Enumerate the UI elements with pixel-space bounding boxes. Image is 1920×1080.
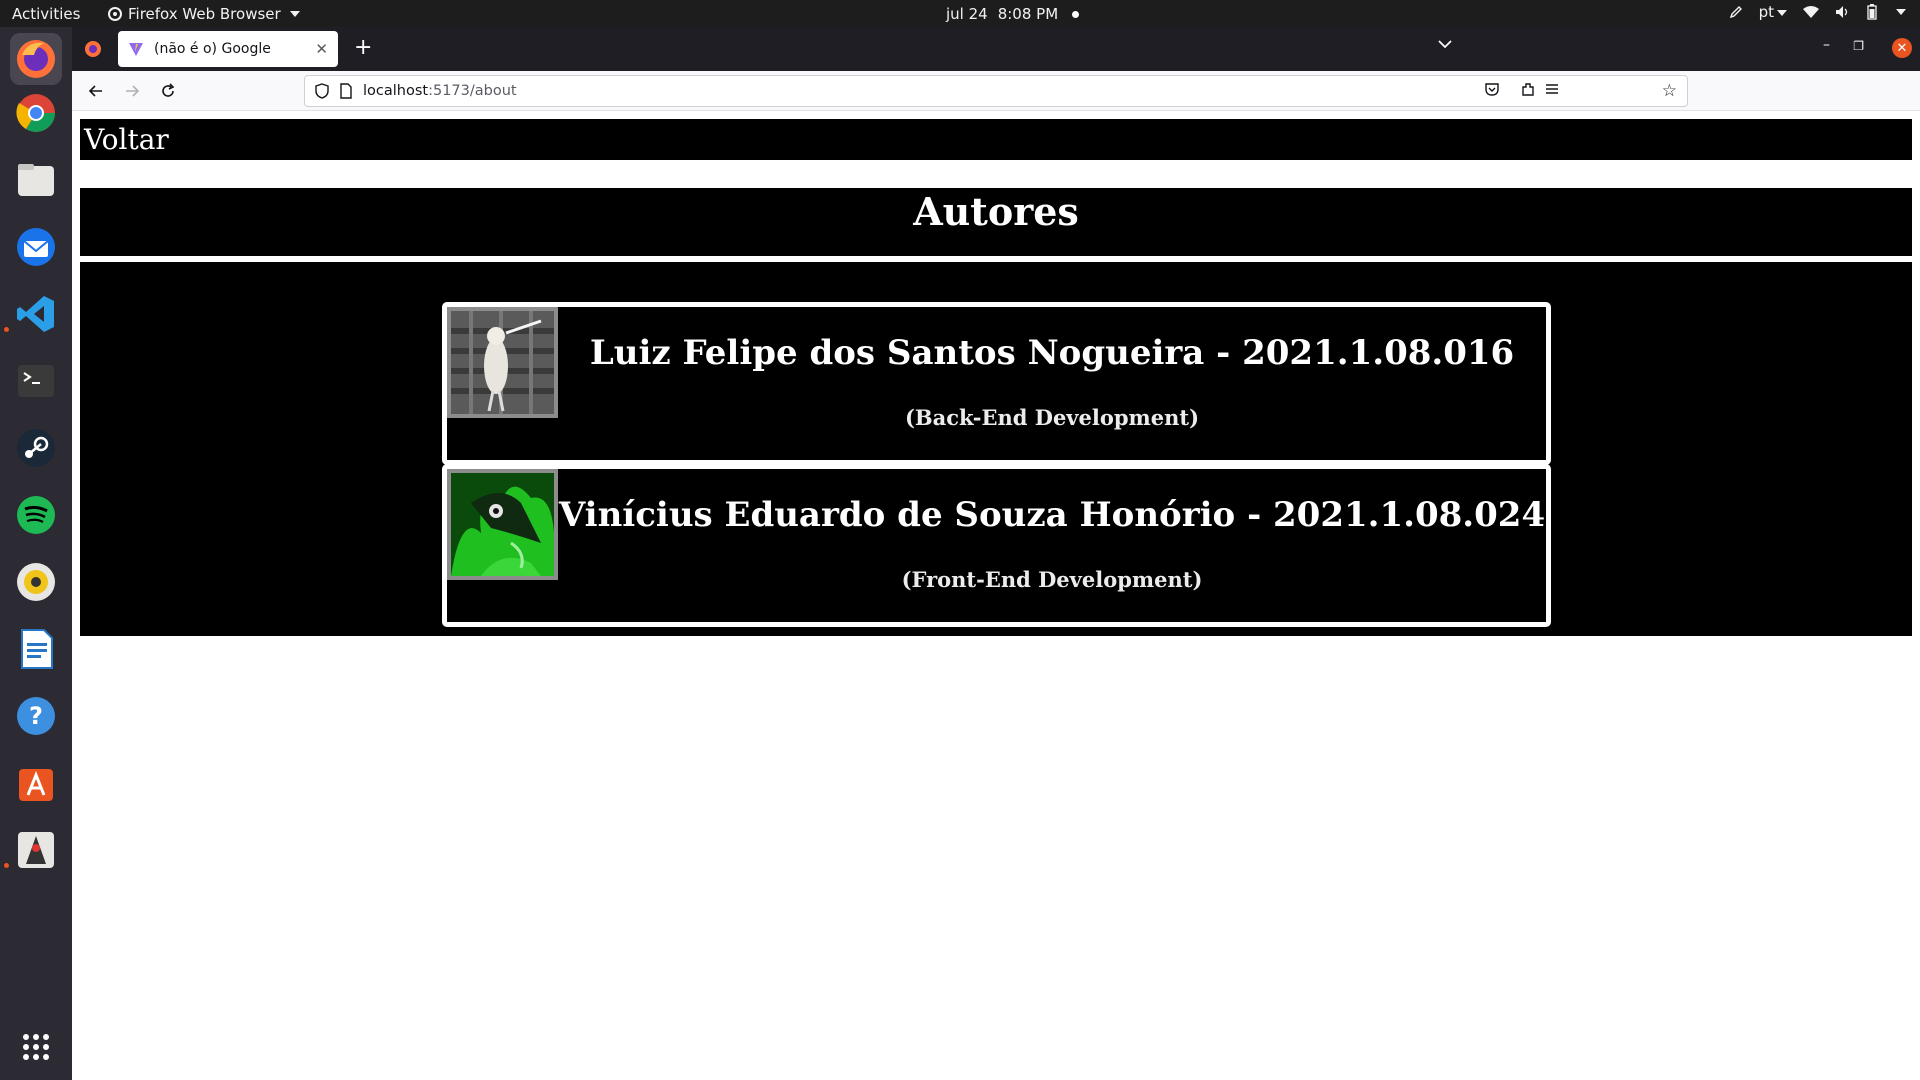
java-icon <box>18 832 54 868</box>
help-icon: ? <box>17 697 55 735</box>
dock-java[interactable] <box>10 824 62 876</box>
thunderbird-icon <box>17 228 55 266</box>
steam-icon <box>17 429 55 467</box>
power-menu-chevron-icon <box>1896 9 1906 15</box>
author-role: (Back-End Development) <box>904 405 1200 430</box>
app-menu-label: Firefox Web Browser <box>128 5 281 23</box>
page-info-icon[interactable] <box>339 83 353 99</box>
rhythmbox-icon <box>17 563 55 601</box>
chevron-down-icon <box>289 11 300 17</box>
show-apps-button[interactable] <box>10 1021 62 1073</box>
tab-title: (não é o) Google <box>154 41 271 57</box>
back-link[interactable]: Voltar <box>80 119 1912 160</box>
time-label: 8:08 PM <box>997 5 1059 23</box>
rat-photo-icon <box>451 311 554 414</box>
dock-chrome[interactable] <box>10 87 62 139</box>
tab-active[interactable]: (não é o) Google ✕ <box>118 31 338 67</box>
dock-help[interactable]: ? <box>10 690 62 742</box>
language-label: pt <box>1758 3 1774 21</box>
dock-firefox[interactable] <box>10 33 62 85</box>
dock-files[interactable] <box>10 154 62 206</box>
author-card: Vinícius Eduardo de Souza Honório - 2021… <box>442 464 1551 627</box>
reload-icon <box>162 83 175 97</box>
notification-dot-icon <box>1072 10 1080 18</box>
dock-steam[interactable] <box>10 422 62 474</box>
dock-libreoffice-writer[interactable] <box>10 623 62 675</box>
vscode-icon <box>17 296 54 332</box>
dock-thunderbird[interactable] <box>10 221 62 273</box>
pocket-icon[interactable] <box>1484 81 1500 97</box>
language-indicator[interactable]: pt <box>1759 3 1787 21</box>
extensions-icon[interactable] <box>1520 81 1536 97</box>
forward-button[interactable] <box>120 79 144 103</box>
page-content: Voltar Autores Luiz Felipe dos Santos No… <box>72 112 1920 1080</box>
back-button[interactable] <box>84 79 108 103</box>
url-host: localhost <box>363 83 429 99</box>
arrow-left-icon <box>88 85 102 97</box>
grid-icon <box>23 1034 49 1060</box>
volume-icon <box>1836 6 1848 18</box>
dock-vscode[interactable] <box>10 288 62 340</box>
minimize-icon[interactable]: – <box>1823 37 1830 53</box>
chevron-down-icon <box>1777 9 1787 16</box>
url-text[interactable]: localhost:5173/about <box>363 83 517 99</box>
writer-icon <box>21 629 53 669</box>
arrow-right-icon <box>126 85 140 97</box>
nav-toolbar: localhost:5173/about ☆ <box>72 71 1920 111</box>
app-menu[interactable]: Firefox Web Browser <box>108 5 300 23</box>
list-all-tabs-chevron-icon[interactable] <box>1438 39 1452 49</box>
window-close-icon[interactable]: ✕ <box>1892 38 1912 58</box>
bookmark-star-icon[interactable]: ☆ <box>1662 81 1677 101</box>
activities-button[interactable]: Activities <box>12 5 80 23</box>
date-label: jul 24 <box>946 5 988 23</box>
reload-button[interactable] <box>156 79 180 103</box>
tab-bar: (não é o) Google ✕ + – ❐ ✕ <box>72 27 1920 71</box>
shield-icon[interactable] <box>315 83 329 99</box>
chrome-icon <box>16 94 55 132</box>
url-path: :5173/about <box>428 83 517 99</box>
author-name: Vinícius Eduardo de Souza Honório - 2021… <box>558 495 1546 535</box>
spotify-icon <box>17 496 55 534</box>
firefox-view-icon[interactable] <box>84 40 102 58</box>
clock[interactable]: jul 24 8:08 PM <box>946 5 1080 23</box>
vite-favicon-icon <box>129 43 143 56</box>
author-name: Luiz Felipe dos Santos Nogueira - 2021.1… <box>589 333 1515 373</box>
wifi-icon <box>1803 6 1819 18</box>
close-tab-icon[interactable]: ✕ <box>315 40 328 58</box>
pen-icon <box>1729 6 1742 19</box>
restore-icon[interactable]: ❐ <box>1853 39 1864 53</box>
page-title: Autores <box>80 188 1912 256</box>
terminal-icon <box>18 365 54 397</box>
dock-spotify[interactable] <box>10 489 62 541</box>
url-bar[interactable]: localhost:5173/about ☆ <box>304 75 1688 107</box>
system-top-bar: Activities Firefox Web Browser jul 24 8:… <box>0 0 1920 27</box>
author-role: (Front-End Development) <box>901 567 1203 592</box>
dock-terminal[interactable] <box>10 355 62 407</box>
plague-doctor-avatar-icon <box>451 473 554 576</box>
firefox-small-icon <box>108 7 122 21</box>
author-photo <box>447 469 558 580</box>
system-tray[interactable]: pt <box>1729 3 1906 21</box>
author-photo <box>447 307 558 418</box>
new-tab-button[interactable]: + <box>354 35 372 61</box>
dock: ? <box>0 27 72 1080</box>
running-indicator <box>4 863 9 868</box>
app-center-icon <box>19 769 53 801</box>
running-indicator <box>4 327 9 332</box>
dock-app-center[interactable] <box>10 757 62 809</box>
firefox-icon <box>17 40 55 78</box>
files-icon <box>18 164 54 196</box>
authors-panel: Luiz Felipe dos Santos Nogueira - 2021.1… <box>80 262 1912 636</box>
battery-icon <box>1867 4 1877 20</box>
author-card: Luiz Felipe dos Santos Nogueira - 2021.1… <box>442 302 1551 465</box>
svg-text:?: ? <box>29 702 43 730</box>
hamburger-menu-icon[interactable] <box>1544 81 1560 97</box>
dock-rhythmbox[interactable] <box>10 556 62 608</box>
